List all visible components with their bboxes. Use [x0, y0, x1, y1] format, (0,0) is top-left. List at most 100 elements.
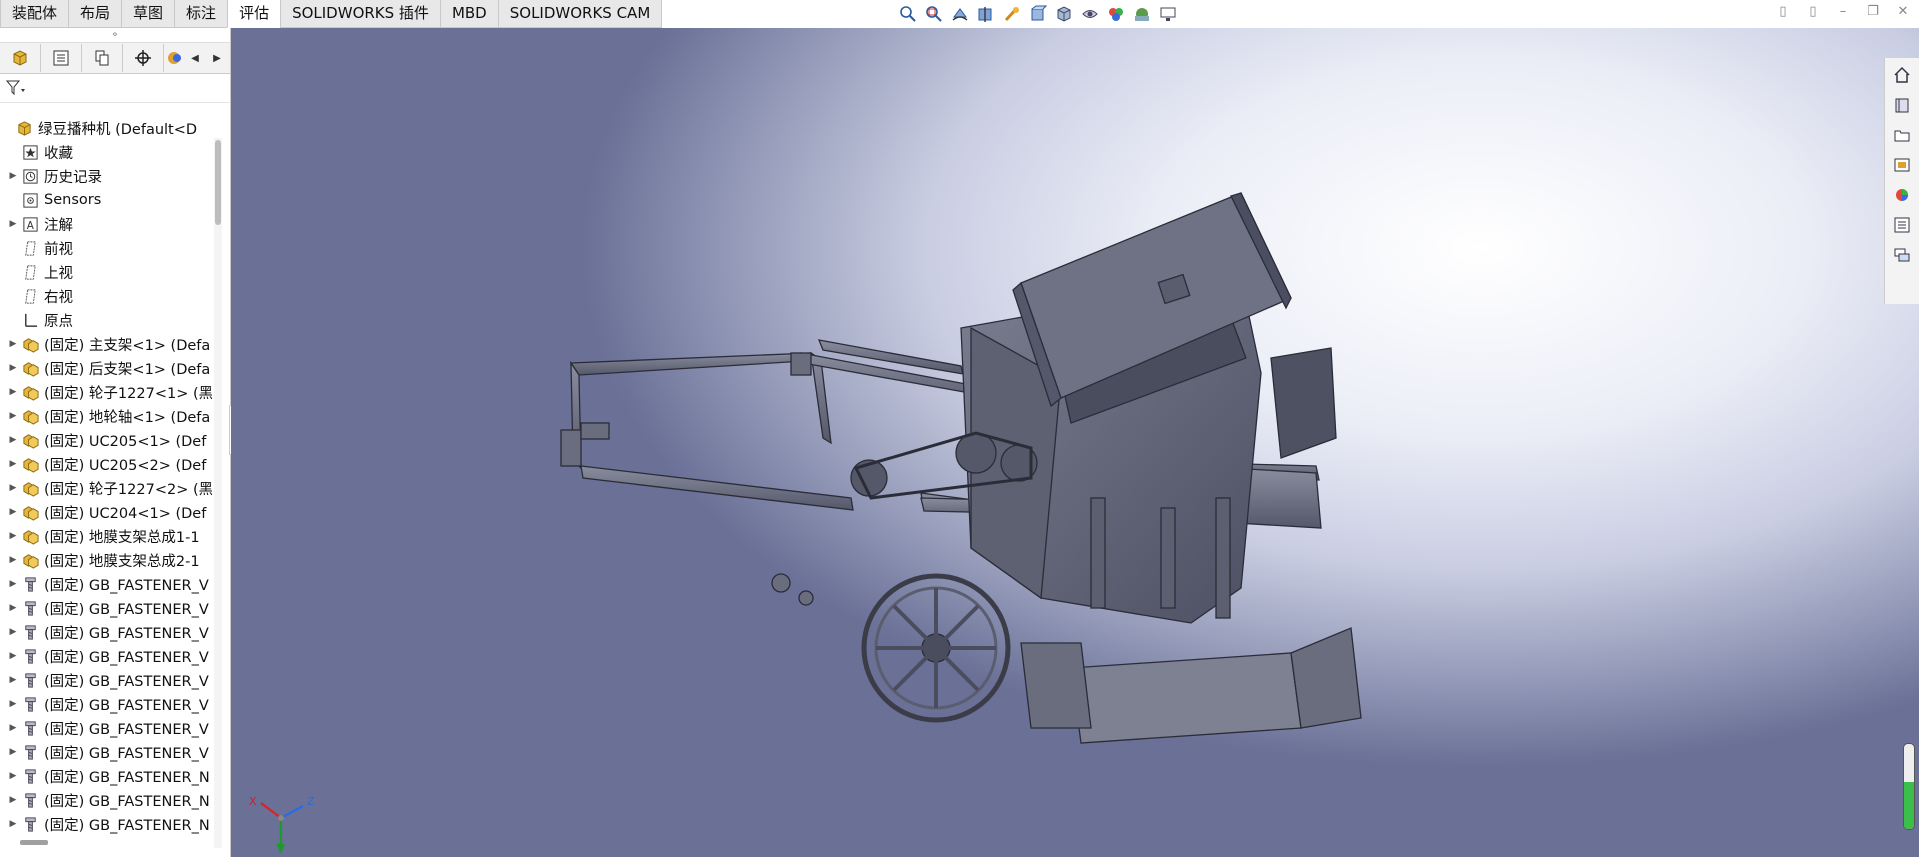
view-orientation-icon[interactable]: [1027, 4, 1049, 24]
expand-arrow-icon[interactable]: ▶: [6, 531, 20, 541]
tree-item[interactable]: Sensors: [0, 188, 212, 212]
expand-arrow-icon[interactable]: ▶: [6, 363, 20, 373]
expand-arrow-icon[interactable]: ▶: [6, 603, 20, 613]
tree-item[interactable]: ▶ (固定) 主支架<1> (Defa: [0, 332, 212, 356]
tree-item[interactable]: ▶ (固定) 地轮轴<1> (Defa: [0, 404, 212, 428]
expand-arrow-icon[interactable]: ▶: [6, 171, 20, 181]
design-library-icon[interactable]: [1891, 94, 1913, 116]
tree-scrollbar-thumb[interactable]: [215, 140, 221, 225]
expand-arrow-icon[interactable]: ▶: [6, 435, 20, 445]
tree-item[interactable]: ▶ 历史记录: [0, 164, 212, 188]
hide-show-icon[interactable]: [1079, 4, 1101, 24]
expand-arrow-icon[interactable]: ▶: [6, 819, 20, 829]
tree-item[interactable]: 绿豆播种机 (Default<D: [0, 116, 212, 140]
previous-view-icon[interactable]: [949, 4, 971, 24]
expand-arrow-icon[interactable]: ▶: [6, 387, 20, 397]
tree-scrollbar[interactable]: [214, 138, 222, 848]
expand-arrow-icon[interactable]: ▶: [6, 339, 20, 349]
tree-item[interactable]: ▶ (固定) GB_FASTENER_V: [0, 668, 212, 692]
tree-item[interactable]: 收藏: [0, 140, 212, 164]
expand-arrow-icon[interactable]: ▶: [6, 459, 20, 469]
tree-item[interactable]: ▶ (固定) 地膜支架总成1-1: [0, 524, 212, 548]
dimxpert-icon[interactable]: [123, 44, 164, 72]
custom-properties-icon[interactable]: [1891, 214, 1913, 236]
tab-6[interactable]: MBD: [439, 0, 499, 28]
tree-item[interactable]: ▶ (固定) GB_FASTENER_V: [0, 596, 212, 620]
expand-arrow-icon[interactable]: ▶: [6, 507, 20, 517]
tree-item[interactable]: ▶ A 注解: [0, 212, 212, 236]
tree-item[interactable]: ▶ (固定) 轮子1227<1> (黑: [0, 380, 212, 404]
minimize-icon[interactable]: –: [1835, 4, 1851, 19]
expand-arrow-icon[interactable]: ▶: [6, 723, 20, 733]
expand-arrow-icon[interactable]: ▶: [6, 219, 20, 229]
filter-icon[interactable]: [6, 80, 26, 96]
tree-item[interactable]: ▶ (固定) 轮子1227<2> (黑: [0, 476, 212, 500]
tree-item[interactable]: ▶ (固定) GB_FASTENER_V: [0, 572, 212, 596]
zoom-to-fit-icon[interactable]: [897, 4, 919, 24]
apply-scene-icon[interactable]: [1131, 4, 1153, 24]
tree-item[interactable]: ▶ (固定) GB_FASTENER_V: [0, 692, 212, 716]
tab-5[interactable]: SOLIDWORKS 插件: [280, 0, 441, 28]
view-settings-icon[interactable]: [1157, 4, 1179, 24]
tab-2[interactable]: 草图: [121, 0, 176, 28]
tree-item[interactable]: ▶ (固定) 后支架<1> (Defa: [0, 356, 212, 380]
expand-arrow-icon[interactable]: ▶: [6, 795, 20, 805]
forum-icon[interactable]: [1891, 244, 1913, 266]
tab-1[interactable]: 布局: [68, 0, 123, 28]
tree-item[interactable]: ▶ (固定) GB_FASTENER_N: [0, 788, 212, 812]
view-scroll-indicator[interactable]: [1903, 743, 1915, 830]
feature-manager-icon[interactable]: [0, 44, 41, 72]
expand-arrow-icon[interactable]: ▶: [6, 483, 20, 493]
dynamic-annotation-icon[interactable]: [1001, 4, 1023, 24]
tree-item[interactable]: ▶ (固定) GB_FASTENER_V: [0, 620, 212, 644]
edit-appearance-icon[interactable]: [1105, 4, 1127, 24]
tab-4[interactable]: 评估: [227, 0, 282, 28]
seeder-3d-model[interactable]: [231, 28, 1919, 857]
expand-arrow-icon[interactable]: ▶: [6, 771, 20, 781]
tree-item[interactable]: ▶ (固定) 地膜支架总成2-1: [0, 548, 212, 572]
zoom-area-icon[interactable]: [923, 4, 945, 24]
tree-item[interactable]: ▶ (固定) GB_FASTENER_V: [0, 740, 212, 764]
tree-item[interactable]: ▶ (固定) GB_FASTENER_N: [0, 764, 212, 788]
graphics-area[interactable]: X Z Y: [231, 28, 1919, 857]
tree-item[interactable]: ▶ (固定) UC205<1> (Def: [0, 428, 212, 452]
expand-arrow-icon[interactable]: ▶: [6, 555, 20, 565]
tree-item[interactable]: ▶ (固定) GB_FASTENER_N: [0, 812, 212, 836]
home-icon[interactable]: [1891, 64, 1913, 86]
expand-arrow-icon[interactable]: ▶: [6, 747, 20, 757]
tile-left-icon[interactable]: ▯: [1775, 4, 1791, 19]
display-style-icon[interactable]: [1053, 4, 1075, 24]
panel-drag-handle[interactable]: ⋄: [0, 28, 230, 43]
tile-right-icon[interactable]: ▯: [1805, 4, 1821, 19]
tab-scroll-right-icon[interactable]: ▶: [206, 53, 228, 64]
property-manager-icon[interactable]: [41, 44, 82, 72]
tree-item[interactable]: 上视: [0, 260, 212, 284]
tree-item[interactable]: ▶ (固定) UC205<2> (Def: [0, 452, 212, 476]
expand-arrow-icon[interactable]: ▶: [6, 579, 20, 589]
file-explorer-icon[interactable]: [1891, 124, 1913, 146]
tree-item[interactable]: 前视: [0, 236, 212, 260]
expand-arrow-icon[interactable]: ▶: [6, 651, 20, 661]
configuration-manager-icon[interactable]: [82, 44, 123, 72]
tree-item[interactable]: 右视: [0, 284, 212, 308]
view-palette-icon[interactable]: [1891, 154, 1913, 176]
tab-0[interactable]: 装配体: [0, 0, 70, 28]
tree-filter[interactable]: [0, 74, 230, 103]
expand-arrow-icon[interactable]: ▶: [6, 411, 20, 421]
display-manager-icon[interactable]: [164, 44, 184, 72]
appearances-icon[interactable]: [1891, 184, 1913, 206]
close-icon[interactable]: ✕: [1895, 4, 1911, 19]
section-view-icon[interactable]: [975, 4, 997, 24]
expand-arrow-icon[interactable]: ▶: [6, 675, 20, 685]
tree-item[interactable]: ▶ (固定) GB_FASTENER_V: [0, 644, 212, 668]
tree-item[interactable]: ▶ (固定) UC204<1> (Def: [0, 500, 212, 524]
tab-7[interactable]: SOLIDWORKS CAM: [497, 0, 663, 28]
expand-arrow-icon[interactable]: ▶: [6, 699, 20, 709]
tree-horizontal-scrollbar[interactable]: [20, 840, 48, 845]
restore-icon[interactable]: ❐: [1865, 4, 1881, 19]
tree-item[interactable]: 原点: [0, 308, 212, 332]
tree-item[interactable]: ▶ (固定) GB_FASTENER_V: [0, 716, 212, 740]
expand-arrow-icon[interactable]: ▶: [6, 627, 20, 637]
tab-3[interactable]: 标注: [174, 0, 229, 28]
tab-scroll-left-icon[interactable]: ◀: [184, 53, 206, 64]
